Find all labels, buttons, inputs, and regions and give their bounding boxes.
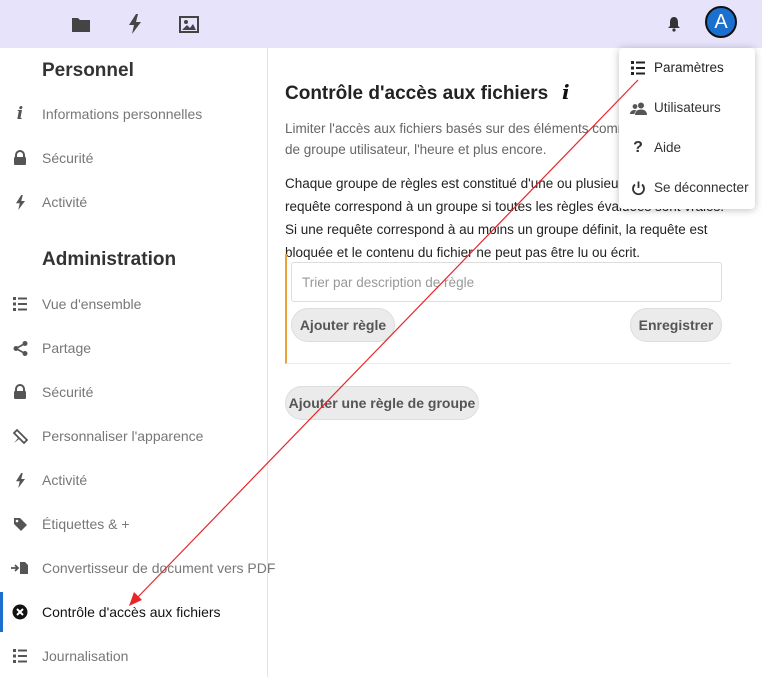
sidebar-item-label: Sécurité <box>42 150 94 166</box>
save-button[interactable]: Enregistrer <box>630 308 722 342</box>
lock-icon <box>11 149 29 167</box>
sidebar-item-admin-security[interactable]: Sécurité <box>0 372 267 412</box>
sidebar-item-label: Convertisseur de document vers PDF <box>42 560 276 576</box>
sidebar-item-admin-activity[interactable]: Activité <box>0 460 267 500</box>
sidebar-item-label: Partage <box>42 340 92 356</box>
brush-icon <box>11 427 29 445</box>
sidebar-item-label: Informations personnelles <box>42 106 203 122</box>
list-icon <box>11 295 29 313</box>
convert-pdf-icon <box>11 559 29 577</box>
activity-icon[interactable] <box>125 14 145 34</box>
sidebar-item-sharing[interactable]: Partage <box>0 328 267 368</box>
menu-item-label: Se déconnecter <box>654 180 749 195</box>
sidebar-item-label: Vue d'ensemble <box>42 296 142 312</box>
sidebar-item-overview[interactable]: Vue d'ensemble <box>0 284 267 324</box>
sidebar-item-label: Activité <box>42 194 88 210</box>
share-icon <box>11 339 29 357</box>
sidebar-item-personal-security[interactable]: Sécurité <box>0 138 267 178</box>
access-control-icon <box>11 603 29 621</box>
sidebar-item-label: Contrôle d'accès aux fichiers <box>42 604 221 620</box>
page-title: Contrôle d'accès aux fichiers <box>285 83 549 104</box>
admin-heading: Administration <box>42 249 177 270</box>
user-menu: Paramètres Utilisateurs ? Aide Se déconn… <box>619 48 755 209</box>
help-icon: ? <box>633 139 643 156</box>
list-icon <box>11 647 29 665</box>
sidebar-item-personal-activity[interactable]: Activité <box>0 182 267 222</box>
rule-filter-input[interactable] <box>291 262 722 302</box>
sidebar-item-pdf-converter[interactable]: Convertisseur de document vers PDF <box>0 548 275 588</box>
menu-item-label: Paramètres <box>654 60 724 75</box>
sidebar-item-label: Activité <box>42 472 88 488</box>
info-icon[interactable]: i <box>562 80 570 104</box>
bell-icon[interactable] <box>664 14 684 34</box>
menu-item-settings[interactable]: Paramètres <box>619 48 755 88</box>
sidebar-item-logging[interactable]: Journalisation <box>0 636 267 676</box>
folder-icon[interactable] <box>71 14 91 34</box>
add-rule-button[interactable]: Ajouter règle <box>291 308 395 342</box>
menu-item-logout[interactable]: Se déconnecter <box>619 168 755 208</box>
sidebar-item-personal-info[interactable]: i Informations personnelles <box>0 94 267 134</box>
settings-sidebar: Personnel i Informations personnelles Sé… <box>0 48 275 677</box>
menu-item-label: Aide <box>654 140 682 155</box>
settings-list-icon <box>629 59 647 77</box>
sidebar-item-theming[interactable]: Personnaliser l'apparence <box>0 416 267 456</box>
user-avatar[interactable]: A <box>705 6 737 38</box>
users-icon <box>629 99 647 117</box>
power-icon <box>629 179 647 197</box>
sidebar-item-label: Journalisation <box>42 648 129 664</box>
gallery-icon[interactable] <box>179 14 199 34</box>
personal-heading: Personnel <box>42 60 134 81</box>
activity-icon <box>11 193 29 211</box>
sidebar-item-label: Étiquettes & + <box>42 516 130 532</box>
top-header: A <box>0 0 762 48</box>
activity-icon <box>11 471 29 489</box>
sidebar-item-label: Sécurité <box>42 384 94 400</box>
lock-icon <box>11 383 29 401</box>
menu-item-help[interactable]: ? Aide <box>619 128 755 168</box>
tag-icon <box>11 515 29 533</box>
sidebar-item-file-access-control[interactable]: Contrôle d'accès aux fichiers <box>0 592 267 632</box>
info-icon: i <box>16 104 24 124</box>
sidebar-item-label: Personnaliser l'apparence <box>42 428 204 444</box>
menu-item-users[interactable]: Utilisateurs <box>619 88 755 128</box>
menu-item-label: Utilisateurs <box>654 100 721 115</box>
sidebar-item-tags[interactable]: Étiquettes & + <box>0 504 267 544</box>
add-group-button[interactable]: Ajouter une règle de groupe <box>285 386 479 420</box>
